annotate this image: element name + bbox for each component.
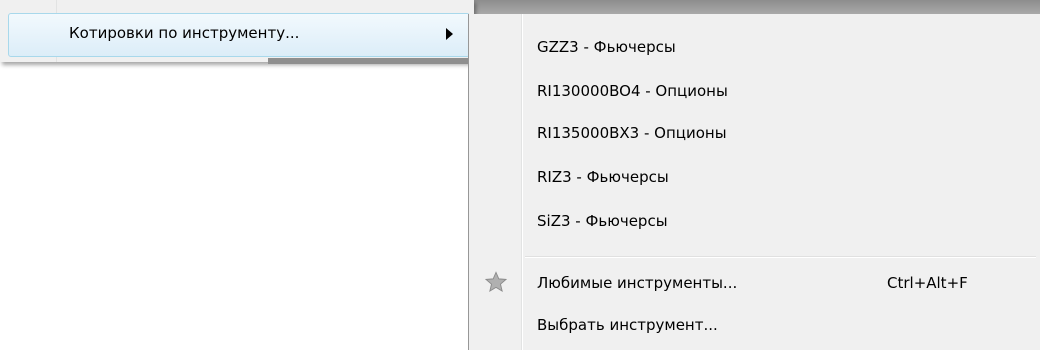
submenu-item-choose-instrument[interactable]: Выбрать инструмент... bbox=[537, 310, 718, 340]
submenu-arrow-icon bbox=[446, 28, 453, 40]
submenu-item-siz3[interactable]: SiZ3 - Фьючерсы bbox=[537, 206, 668, 236]
menu-item-quotes-by-instrument[interactable]: Котировки по инструменту... bbox=[8, 13, 470, 57]
instrument-submenu: GZZ3 - Фьючерсы RI130000BO4 - Опционы RI… bbox=[468, 14, 1040, 350]
background-window-edge-left bbox=[268, 58, 468, 64]
star-icon bbox=[485, 271, 507, 293]
submenu-item-ri135000bx3[interactable]: RI135000BX3 - Опционы bbox=[537, 118, 727, 148]
stage: Котировки по инструменту... GZZ3 - Фьюче… bbox=[0, 0, 1040, 350]
shortcut-label: Ctrl+Alt+F bbox=[887, 274, 968, 292]
menu-item-label: Котировки по инструменту... bbox=[69, 24, 300, 42]
submenu-item-ri130000bo4[interactable]: RI130000BO4 - Опционы bbox=[537, 76, 728, 106]
context-menu: Котировки по инструменту... bbox=[0, 0, 474, 62]
submenu-gutter-divider bbox=[521, 14, 523, 350]
menu-separator bbox=[525, 256, 1036, 258]
submenu-item-riz3[interactable]: RIZ3 - Фьючерсы bbox=[537, 162, 669, 192]
submenu-item-favorite-instruments[interactable]: Любимые инструменты... bbox=[537, 268, 737, 298]
background-window-edge bbox=[468, 0, 1040, 14]
submenu-item-gzz3[interactable]: GZZ3 - Фьючерсы bbox=[537, 32, 676, 62]
